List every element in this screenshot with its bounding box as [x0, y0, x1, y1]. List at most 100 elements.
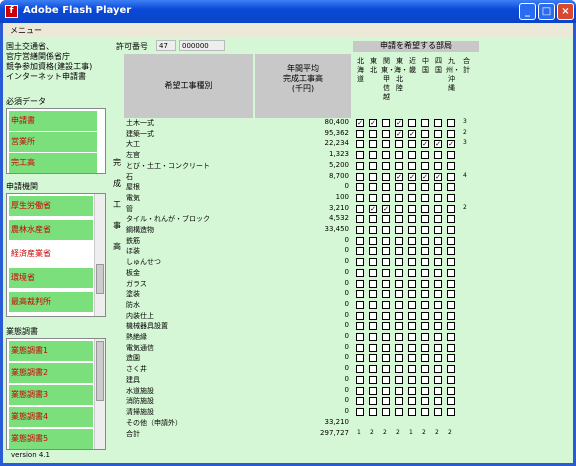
- dept-checkbox[interactable]: [356, 408, 364, 416]
- dept-checkbox[interactable]: [434, 183, 442, 191]
- dept-checkbox[interactable]: [434, 312, 442, 320]
- dept-checkbox[interactable]: ✓: [447, 140, 455, 148]
- dept-checkbox[interactable]: [408, 140, 416, 148]
- dept-checkbox[interactable]: [421, 151, 429, 159]
- dept-checkbox[interactable]: [447, 301, 455, 309]
- dept-checkbox[interactable]: ✓: [408, 130, 416, 138]
- dept-checkbox[interactable]: [421, 247, 429, 255]
- dept-checkbox[interactable]: [447, 258, 455, 266]
- dept-checkbox[interactable]: [369, 376, 377, 384]
- dept-checkbox[interactable]: [408, 290, 416, 298]
- dept-checkbox[interactable]: [421, 387, 429, 395]
- dept-checkbox[interactable]: [408, 258, 416, 266]
- dept-checkbox[interactable]: [382, 183, 390, 191]
- dept-checkbox[interactable]: [408, 312, 416, 320]
- dept-checkbox[interactable]: [382, 280, 390, 288]
- dept-checkbox[interactable]: [382, 312, 390, 320]
- dept-checkbox[interactable]: [434, 130, 442, 138]
- dept-checkbox[interactable]: [408, 397, 416, 405]
- dept-checkbox[interactable]: [421, 162, 429, 170]
- dept-checkbox[interactable]: [395, 162, 403, 170]
- permit-prefix[interactable]: 47: [156, 40, 176, 51]
- dept-checkbox[interactable]: [382, 162, 390, 170]
- dept-checkbox[interactable]: [382, 237, 390, 245]
- dept-checkbox[interactable]: [369, 215, 377, 223]
- dept-checkbox[interactable]: [382, 173, 390, 181]
- dept-checkbox[interactable]: [382, 247, 390, 255]
- dept-checkbox[interactable]: [447, 205, 455, 213]
- dept-checkbox[interactable]: [382, 269, 390, 277]
- dept-checkbox[interactable]: [408, 151, 416, 159]
- dept-checkbox[interactable]: [395, 387, 403, 395]
- minimize-button[interactable]: _: [519, 3, 536, 20]
- dept-checkbox[interactable]: [421, 312, 429, 320]
- dept-checkbox[interactable]: [369, 162, 377, 170]
- dept-checkbox[interactable]: [369, 183, 377, 191]
- dept-checkbox[interactable]: [434, 322, 442, 330]
- dept-checkbox[interactable]: [395, 194, 403, 202]
- dept-checkbox[interactable]: [434, 387, 442, 395]
- dept-checkbox[interactable]: [369, 397, 377, 405]
- dept-checkbox[interactable]: ✓: [421, 173, 429, 181]
- survey-item-1[interactable]: 業態調書2: [9, 363, 93, 383]
- dept-checkbox[interactable]: [421, 333, 429, 341]
- dept-checkbox[interactable]: [395, 247, 403, 255]
- dept-checkbox[interactable]: [369, 387, 377, 395]
- dept-checkbox[interactable]: [447, 365, 455, 373]
- dept-checkbox[interactable]: ✓: [356, 119, 364, 127]
- dept-checkbox[interactable]: [421, 408, 429, 416]
- dept-checkbox[interactable]: [382, 354, 390, 362]
- dept-checkbox[interactable]: [408, 269, 416, 277]
- dept-checkbox[interactable]: [356, 269, 364, 277]
- dept-checkbox[interactable]: [395, 301, 403, 309]
- required-item-2[interactable]: 完工高: [9, 153, 97, 173]
- dept-checkbox[interactable]: [421, 119, 429, 127]
- dept-checkbox[interactable]: [356, 247, 364, 255]
- dept-checkbox[interactable]: [408, 162, 416, 170]
- dept-checkbox[interactable]: [447, 322, 455, 330]
- required-item-0[interactable]: 申請書: [9, 111, 97, 131]
- dept-checkbox[interactable]: [356, 130, 364, 138]
- dept-checkbox[interactable]: [395, 140, 403, 148]
- dept-checkbox[interactable]: [382, 130, 390, 138]
- dept-checkbox[interactable]: [421, 215, 429, 223]
- org-item-3[interactable]: 環境省: [9, 268, 93, 288]
- dept-checkbox[interactable]: [421, 226, 429, 234]
- dept-checkbox[interactable]: [421, 290, 429, 298]
- dept-checkbox[interactable]: [369, 258, 377, 266]
- dept-checkbox[interactable]: [421, 397, 429, 405]
- dept-checkbox[interactable]: [447, 119, 455, 127]
- dept-checkbox[interactable]: [408, 387, 416, 395]
- dept-checkbox[interactable]: [369, 269, 377, 277]
- dept-checkbox[interactable]: [434, 237, 442, 245]
- dept-checkbox[interactable]: [421, 354, 429, 362]
- org-item-4[interactable]: 最高裁判所: [9, 292, 93, 312]
- org-scrollbar[interactable]: [94, 194, 105, 316]
- org-item-2[interactable]: 経済産業省: [9, 244, 93, 264]
- dept-checkbox[interactable]: [434, 365, 442, 373]
- dept-checkbox[interactable]: [434, 290, 442, 298]
- dept-checkbox[interactable]: [408, 226, 416, 234]
- dept-checkbox[interactable]: [369, 344, 377, 352]
- dept-checkbox[interactable]: [434, 280, 442, 288]
- dept-checkbox[interactable]: [434, 333, 442, 341]
- dept-checkbox[interactable]: [395, 397, 403, 405]
- dept-checkbox[interactable]: [447, 162, 455, 170]
- dept-checkbox[interactable]: [434, 151, 442, 159]
- dept-checkbox[interactable]: [434, 344, 442, 352]
- dept-checkbox[interactable]: [421, 301, 429, 309]
- survey-item-4[interactable]: 業態調書5: [9, 429, 93, 449]
- dept-checkbox[interactable]: [408, 344, 416, 352]
- dept-checkbox[interactable]: [421, 269, 429, 277]
- dept-checkbox[interactable]: ✓: [395, 119, 403, 127]
- dept-checkbox[interactable]: [434, 269, 442, 277]
- dept-checkbox[interactable]: [382, 215, 390, 223]
- dept-checkbox[interactable]: [395, 183, 403, 191]
- dept-checkbox[interactable]: ✓: [434, 140, 442, 148]
- dept-checkbox[interactable]: [356, 333, 364, 341]
- dept-checkbox[interactable]: [395, 344, 403, 352]
- dept-checkbox[interactable]: [408, 119, 416, 127]
- dept-checkbox[interactable]: [382, 226, 390, 234]
- permit-number[interactable]: 000000: [179, 40, 225, 51]
- dept-checkbox[interactable]: [395, 280, 403, 288]
